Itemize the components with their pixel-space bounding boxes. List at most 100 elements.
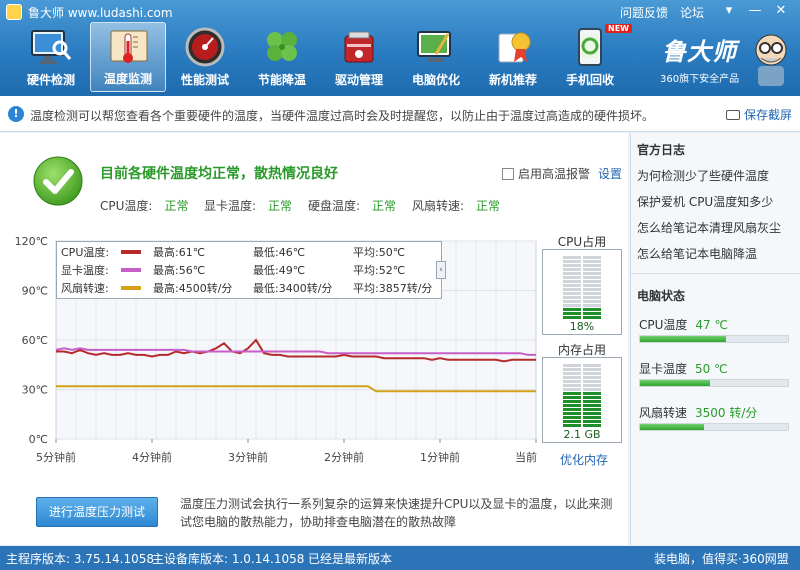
gauge-segment: [583, 364, 601, 367]
gauge-segment: [583, 384, 601, 387]
nav-hardware-check[interactable]: 硬件检测: [13, 22, 89, 92]
y-tick-label: 90℃: [22, 285, 48, 298]
status-bar: 主程序版本: 3.75.14.1058 主设备库版本: 1.0.14.1058 …: [0, 546, 800, 570]
gauge-segment: [563, 312, 581, 315]
gauge-segment: [563, 308, 581, 311]
optimize-memory-link[interactable]: 优化内存: [560, 451, 608, 468]
gauge-segment: [583, 380, 601, 383]
alarm-settings-link[interactable]: 设置: [598, 165, 622, 182]
nav-label: 性能测试: [180, 73, 229, 87]
toolbox-icon: [344, 31, 374, 63]
nav-label: 电脑优化: [411, 73, 460, 87]
x-tick-label: 3分钟前: [228, 450, 268, 464]
log-link[interactable]: 怎么给笔记本电脑降温: [637, 245, 757, 262]
legend-name: 风扇转速:: [61, 282, 109, 295]
skin-menu-button[interactable]: ▾: [718, 2, 740, 20]
feedback-link[interactable]: 问题反馈: [620, 4, 668, 21]
gauge-segment: [583, 304, 601, 307]
divider: [631, 273, 800, 274]
high-temp-alarm-checkbox[interactable]: 启用高温报警: [502, 165, 590, 182]
y-tick-label: 0℃: [29, 433, 48, 446]
gauge-segment: [563, 284, 581, 287]
gauge-box: 18%: [542, 249, 622, 335]
stress-test-description: 温度压力测试会执行一系列复杂的运算来快速提升CPU以及显卡的温度，以此来测试您电…: [180, 497, 613, 529]
close-button[interactable]: ✕: [770, 2, 792, 20]
nav-energy-saving[interactable]: 节能降温: [244, 22, 320, 92]
info-icon: !: [8, 106, 24, 122]
x-tick-label: 2分钟前: [324, 450, 364, 464]
status-gpu: 显卡温度: 正常: [204, 197, 292, 214]
bar-fill: [640, 380, 710, 386]
nav-phone-recycle[interactable]: NEW 手机回收: [552, 22, 632, 92]
gauge-segment: [563, 400, 581, 403]
gauge-segment: [563, 388, 581, 391]
broom-screen-icon: [417, 31, 451, 62]
gauge-segment: [583, 276, 601, 279]
legend-collapse-button[interactable]: ‹: [436, 261, 446, 279]
legend-row-gpu: 显卡温度: 最高:56℃ 最低:49℃ 平均:52℃: [61, 262, 441, 278]
stress-test-button[interactable]: 进行温度压力测试: [36, 497, 158, 527]
gauge-segment: [563, 380, 581, 383]
nav-temperature[interactable]: 温度监测: [90, 22, 166, 92]
gauge-segment: [583, 260, 601, 263]
footer-watermark: 装电脑，值得买·360网盟: [654, 552, 789, 566]
gauge-segment: [563, 420, 581, 423]
legend-min: 最低:3400转/分: [253, 282, 333, 295]
gauge-segment: [563, 268, 581, 271]
gauge-segment: [583, 396, 601, 399]
status-value: 正常: [476, 199, 501, 213]
status-value: 正常: [268, 199, 293, 213]
nav-label: 新机推荐: [488, 73, 537, 87]
forum-link[interactable]: 论坛: [680, 4, 704, 21]
log-link[interactable]: 怎么给笔记本清理风扇灰尘: [637, 219, 781, 236]
gauge-segment: [563, 384, 581, 387]
gauge-segment: [583, 280, 601, 283]
gauge-segment: [563, 300, 581, 303]
legend-max: 最高:61℃: [153, 246, 206, 259]
nav-new-machine[interactable]: 新机推荐: [475, 22, 551, 92]
log-link[interactable]: 为何检测少了些硬件温度: [637, 167, 769, 184]
minimize-button[interactable]: —: [744, 2, 766, 20]
gauge-segment: [583, 420, 601, 423]
status-value: 正常: [372, 199, 397, 213]
save-screenshot-button[interactable]: 保存截屏: [725, 106, 792, 123]
bar-fill: [640, 424, 704, 430]
gauge-segment: [583, 296, 601, 299]
x-tick-label: 4分钟前: [132, 450, 172, 464]
nav-performance[interactable]: 性能测试: [167, 22, 243, 92]
nav-pc-optimize[interactable]: 电脑优化: [398, 22, 474, 92]
pc-status-title: 电脑状态: [637, 289, 686, 303]
db-version: 主设备库版本: 1.0.14.1058: [152, 552, 305, 566]
legend-min: 最低:46℃: [253, 246, 306, 259]
gauge-segment: [583, 264, 601, 267]
gauge-segment: [583, 412, 601, 415]
pc-value: 3500 转/分: [695, 406, 758, 420]
alarm-label: 启用高温报警: [518, 167, 591, 181]
status-label: 显卡温度:: [204, 199, 257, 213]
gauge-segment: [563, 364, 581, 367]
gauge-segment: [583, 292, 601, 295]
legend-name: 显卡温度:: [61, 264, 109, 277]
camera-icon: [725, 110, 740, 120]
gauge-segment: [583, 416, 601, 419]
legend-avg: 平均:3857转/分: [353, 282, 433, 295]
gauge-segment: [563, 272, 581, 275]
nav-label: 硬件检测: [26, 73, 75, 87]
legend-swatch: [121, 286, 141, 290]
y-tick-label: 60℃: [22, 334, 48, 347]
gauge-segment: [583, 284, 601, 287]
gauge-segment: [563, 288, 581, 291]
fan-speed-bar: [639, 423, 789, 431]
monitor-magnifier-icon: [31, 30, 72, 64]
log-link[interactable]: 保护爱机 CPU温度知多少: [637, 193, 773, 210]
status-title: 目前各硬件温度均正常，散热情况良好: [100, 166, 338, 182]
nav-driver-management[interactable]: 驱动管理: [321, 22, 397, 92]
pc-fan-speed: 风扇转速 3500 转/分: [639, 404, 757, 421]
gauge-segment: [583, 400, 601, 403]
legend-max: 最高:56℃: [153, 264, 206, 277]
legend-row-fan: 风扇转速: 最高:4500转/分 最低:3400转/分 平均:3857转/分: [61, 280, 441, 296]
top-toolbar: 鲁大师 www.ludashi.com 问题反馈 论坛 ▾ — ✕ 硬件检测 温…: [0, 0, 800, 96]
status-value: 正常: [164, 199, 189, 213]
status-cpu: CPU温度: 正常: [100, 197, 188, 214]
brand-subtitle: 360旗下安全产品: [660, 74, 740, 85]
